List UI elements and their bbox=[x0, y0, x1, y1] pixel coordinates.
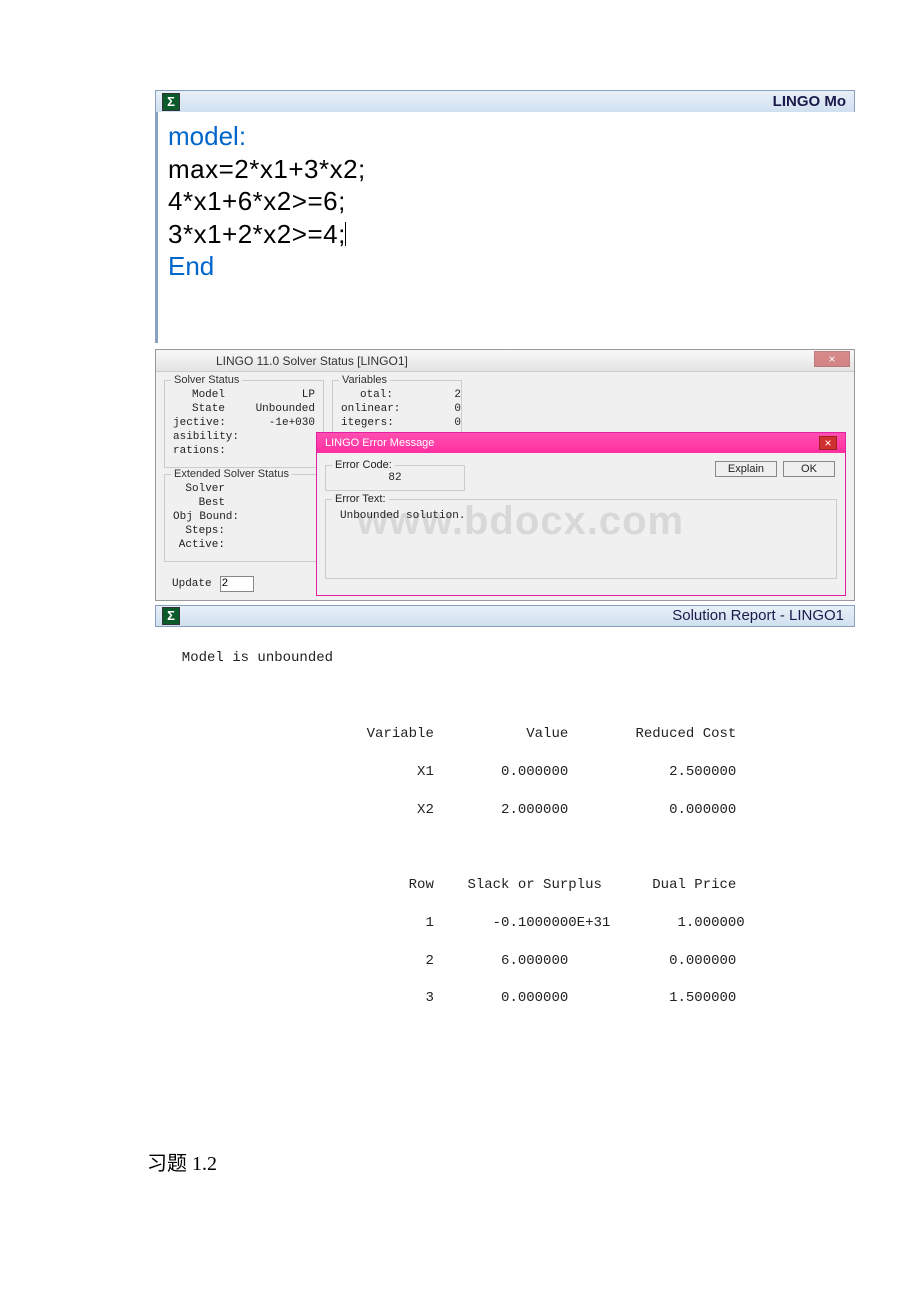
label-obj-bound: Obj Bound: bbox=[173, 511, 247, 523]
report-var-row: X1 0.000000 2.500000 bbox=[165, 763, 855, 782]
label-model: Model bbox=[173, 389, 233, 401]
value-otal: 2 bbox=[401, 389, 461, 401]
value-itegers: 0 bbox=[401, 417, 461, 429]
label-iterations: rations: bbox=[173, 445, 234, 457]
lingo-app-icon: Σ bbox=[162, 607, 180, 625]
variables-legend: Variables bbox=[339, 374, 390, 386]
value-onlinear: 0 bbox=[401, 403, 461, 415]
error-dialog-title-bar: LINGO Error Message × bbox=[317, 433, 845, 453]
value-model: LP bbox=[255, 389, 315, 401]
label-otal: otal: bbox=[341, 389, 401, 401]
explain-button[interactable]: Explain bbox=[715, 461, 777, 477]
label-active: Active: bbox=[173, 539, 233, 551]
label-objective: jective: bbox=[173, 417, 234, 429]
extended-solver-group: Extended Solver Status Solver Best Obj B… bbox=[164, 474, 324, 562]
report-title-bar: Σ Solution Report - LINGO1 bbox=[155, 605, 855, 627]
label-onlinear: onlinear: bbox=[341, 403, 401, 415]
report-var-header: Variable Value Reduced Cost bbox=[165, 725, 855, 744]
code-editor[interactable]: model: max=2*x1+3*x2; 4*x1+6*x2>=6; 3*x1… bbox=[155, 112, 855, 343]
solver-dialog-title: LINGO 11.0 Solver Status [LINGO1] bbox=[216, 352, 408, 370]
code-line-5: End bbox=[168, 250, 845, 283]
error-code-legend: Error Code: bbox=[332, 459, 395, 471]
extended-legend: Extended Solver Status bbox=[171, 468, 292, 480]
ok-button[interactable]: OK bbox=[783, 461, 835, 477]
error-text-legend: Error Text: bbox=[332, 493, 389, 505]
value-objective: -1e+030 bbox=[255, 417, 315, 429]
report-var-row: X2 2.000000 0.000000 bbox=[165, 801, 855, 820]
error-dialog-title: LINGO Error Message bbox=[325, 437, 434, 449]
solver-status-group: Solver Status ModelLP StateUnbounded jec… bbox=[164, 380, 324, 468]
report-row-header: Row Slack or Surplus Dual Price bbox=[165, 876, 855, 895]
code-line-3: 4*x1+6*x2>=6; bbox=[168, 185, 845, 218]
report-status: Model is unbounded bbox=[165, 649, 855, 668]
label-best: Best bbox=[173, 497, 233, 509]
exercise-label: 习题 1.2 bbox=[147, 1147, 920, 1176]
report-row: 2 6.000000 0.000000 bbox=[165, 952, 855, 971]
label-feasibility: asibility: bbox=[173, 431, 247, 443]
editor-title-bar: Σ LINGO Mo bbox=[155, 90, 855, 112]
label-solver: Solver bbox=[173, 483, 233, 495]
solution-report: Model is unbounded Variable Value Reduce… bbox=[155, 627, 855, 1028]
error-dialog: LINGO Error Message × www.bdocx.com Expl… bbox=[316, 432, 846, 596]
solver-status-legend: Solver Status bbox=[171, 374, 242, 386]
label-itegers: itegers: bbox=[341, 417, 401, 429]
error-code-value: 82 bbox=[388, 472, 401, 484]
code-line-1: model: bbox=[168, 120, 845, 153]
variables-group: Variables otal:2 onlinear:0 itegers:0 bbox=[332, 380, 462, 440]
label-state: State bbox=[173, 403, 233, 415]
error-text-value: Unbounded solution. bbox=[332, 506, 830, 526]
report-window-title: Solution Report - LINGO1 bbox=[672, 607, 844, 624]
lingo-app-icon: Σ bbox=[162, 93, 180, 111]
code-line-4: 3*x1+2*x2>=4; bbox=[168, 218, 845, 251]
editor-window-title: LINGO Mo bbox=[773, 93, 846, 110]
solver-dialog-title-bar: LINGO 11.0 Solver Status [LINGO1] × bbox=[156, 350, 854, 372]
solver-status-dialog: LINGO 11.0 Solver Status [LINGO1] × Solv… bbox=[155, 349, 855, 601]
report-row: 1 -0.1000000E+31 1.000000 bbox=[165, 914, 855, 933]
code-line-2: max=2*x1+3*x2; bbox=[168, 153, 845, 186]
label-steps: Steps: bbox=[173, 525, 233, 537]
text-caret bbox=[345, 222, 346, 246]
value-state: Unbounded bbox=[255, 403, 315, 415]
report-row: 3 0.000000 1.500000 bbox=[165, 989, 855, 1008]
close-icon[interactable]: × bbox=[814, 351, 850, 367]
close-icon[interactable]: × bbox=[819, 436, 837, 450]
update-input[interactable] bbox=[220, 576, 254, 592]
label-update: Update bbox=[172, 578, 212, 590]
